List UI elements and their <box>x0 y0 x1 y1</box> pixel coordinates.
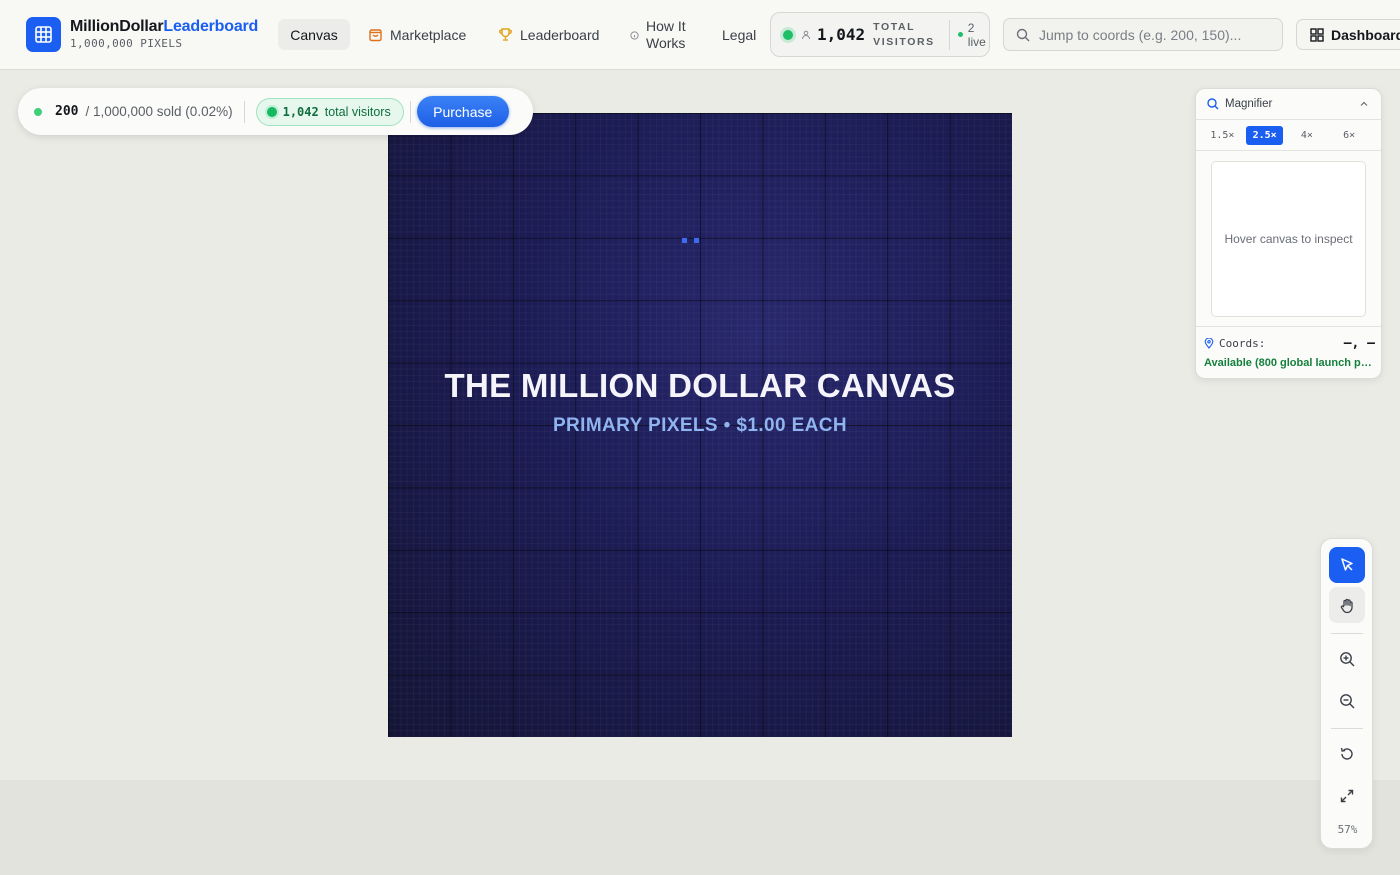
shopping-bag-icon <box>368 27 383 42</box>
owned-pixel[interactable] <box>694 238 699 243</box>
select-tool-button[interactable] <box>1329 547 1365 583</box>
visitors-pill-count: 1,042 <box>282 104 319 119</box>
magnifier-footer: Coords: –, – Available (800 global launc… <box>1196 326 1381 378</box>
zoom-in-icon <box>1339 651 1356 668</box>
live-label: live <box>967 34 986 49</box>
nav-canvas-label: Canvas <box>290 26 338 43</box>
dashboard-grid-icon <box>1310 27 1324 42</box>
live-indicator-dot <box>957 32 963 37</box>
visitor-count-label: TOTAL VISITORS <box>873 20 935 50</box>
brand-name-accent: Leaderboard <box>163 18 259 35</box>
nav-how-line2: Works <box>646 35 686 51</box>
brand-subtitle: 1,000,000 PIXELS <box>70 37 183 50</box>
sold-count: 200 <box>55 104 79 119</box>
magnifier-zoom-options: 1.5× 2.5× 4× 6× <box>1196 120 1381 151</box>
nav-canvas[interactable]: Canvas <box>278 19 350 50</box>
magnifier-panel: Magnifier 1.5× 2.5× 4× 6× Hover canvas t… <box>1195 88 1382 379</box>
visitor-counter: 1,042 TOTAL VISITORS 2 live <box>770 12 990 57</box>
chevron-up-icon[interactable] <box>1359 99 1369 109</box>
visitor-label-line2: VISITORS <box>873 35 935 48</box>
divider <box>409 100 411 123</box>
visitors-dot <box>266 106 277 117</box>
stats-bar: 200 / 1,000,000 sold (0.02%) 1,042 total… <box>18 88 533 135</box>
visitors-pill: 1,042 total visitors <box>255 97 404 126</box>
nav-how-it-works[interactable]: How It Works <box>630 17 686 53</box>
zoom-out-icon <box>1339 693 1356 710</box>
nav-marketplace[interactable]: Marketplace <box>368 19 466 50</box>
reset-view-button[interactable] <box>1329 736 1365 772</box>
coords-label: Coords: <box>1219 337 1266 350</box>
nav-legal[interactable]: Legal <box>722 19 756 50</box>
expand-icon <box>1339 788 1355 804</box>
visitor-label-line1: TOTAL <box>873 20 916 33</box>
dashboard-label: Dashboard <box>1331 26 1400 43</box>
zoom-in-button[interactable] <box>1329 641 1365 677</box>
divider <box>243 100 245 123</box>
zoom-option-2-5x[interactable]: 2.5× <box>1246 125 1283 145</box>
live-count: 2 <box>967 20 975 35</box>
pan-tool-button[interactable] <box>1329 587 1365 623</box>
coords-value: –, – <box>1343 336 1375 351</box>
live-count-label: 2 live <box>968 21 986 49</box>
magnifier-header[interactable]: Magnifier <box>1196 89 1381 120</box>
logo-grid-icon[interactable] <box>26 17 61 52</box>
divider <box>1331 633 1363 634</box>
divider <box>1331 728 1363 729</box>
cursor-icon <box>1339 557 1355 573</box>
nav-marketplace-label: Marketplace <box>390 26 467 43</box>
workspace-bottom <box>0 780 1400 875</box>
top-header: MillionDollarLeaderboard 1,000,000 PIXEL… <box>0 0 1400 70</box>
fullscreen-button[interactable] <box>1329 778 1365 814</box>
search-icon <box>1016 28 1030 42</box>
zoom-out-button[interactable] <box>1329 683 1365 719</box>
live-status-dot <box>783 29 793 40</box>
reset-icon <box>1339 746 1355 762</box>
nav-how-it-works-label: How It Works <box>646 18 686 52</box>
zoom-option-4x[interactable]: 4× <box>1289 126 1326 145</box>
visitors-pill-label: total visitors <box>324 104 391 119</box>
info-icon <box>630 30 639 40</box>
nav-leaderboard-label: Leaderboard <box>520 26 600 43</box>
users-icon <box>801 30 811 40</box>
nav-how-line1: How It <box>646 18 686 34</box>
sold-status-dot <box>34 107 42 116</box>
zoom-option-6x[interactable]: 6× <box>1331 126 1368 145</box>
nav-legal-label: Legal <box>722 26 757 43</box>
magnifier-title: Magnifier <box>1225 98 1273 110</box>
owned-pixel[interactable] <box>682 238 687 243</box>
brand[interactable]: MillionDollarLeaderboard 1,000,000 PIXEL… <box>70 18 258 50</box>
coords-search[interactable] <box>1003 18 1283 51</box>
purchase-button[interactable]: Purchase <box>416 96 509 127</box>
availability-status: Available (800 global launch price) <box>1204 357 1372 369</box>
trophy-icon <box>498 27 513 42</box>
magnifier-search-icon <box>1207 98 1219 110</box>
brand-name: MillionDollarLeaderboard <box>70 18 258 36</box>
nav-leaderboard[interactable]: Leaderboard <box>498 19 599 50</box>
coords-search-input[interactable] <box>1039 26 1269 43</box>
coords-row: Coords: –, – <box>1204 336 1375 351</box>
sold-total: / 1,000,000 sold (0.02%) <box>85 104 233 119</box>
canvas-title: THE MILLION DOLLAR CANVAS <box>444 367 956 404</box>
visitor-count: 1,042 <box>817 25 866 44</box>
map-pin-icon <box>1204 338 1214 349</box>
zoom-option-1-5x[interactable]: 1.5× <box>1204 126 1241 145</box>
divider <box>948 19 950 50</box>
dashboard-button[interactable]: Dashboard <box>1296 19 1400 50</box>
magnifier-viewport: Hover canvas to inspect <box>1211 161 1366 317</box>
hand-icon <box>1339 597 1356 614</box>
brand-name-primary: MillionDollar <box>70 18 164 35</box>
pixel-canvas[interactable]: THE MILLION DOLLAR CANVAS PRIMARY PIXELS… <box>388 113 1012 737</box>
zoom-level-readout: 57% <box>1337 823 1358 836</box>
magnifier-placeholder: Hover canvas to inspect <box>1224 232 1353 246</box>
canvas-toolbar: 57% <box>1320 538 1373 849</box>
canvas-subtitle: PRIMARY PIXELS • $1.00 EACH <box>552 415 848 436</box>
